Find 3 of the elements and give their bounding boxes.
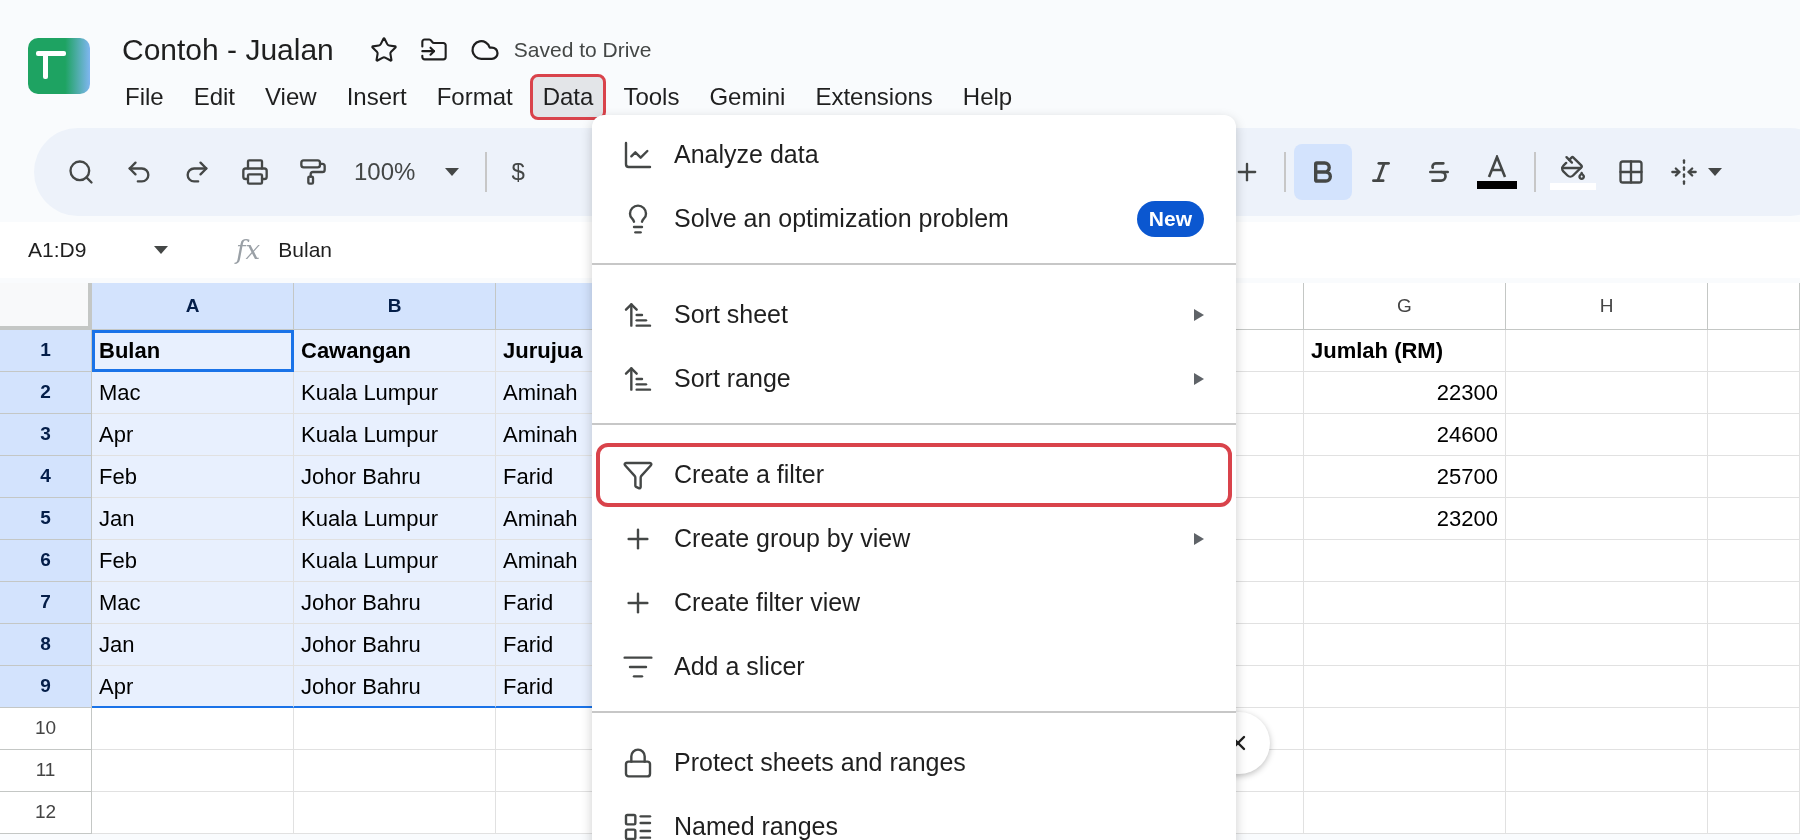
fx-label: fx <box>236 233 261 267</box>
save-status: Saved to Drive <box>513 37 652 64</box>
new-badge: New <box>1136 201 1204 237</box>
